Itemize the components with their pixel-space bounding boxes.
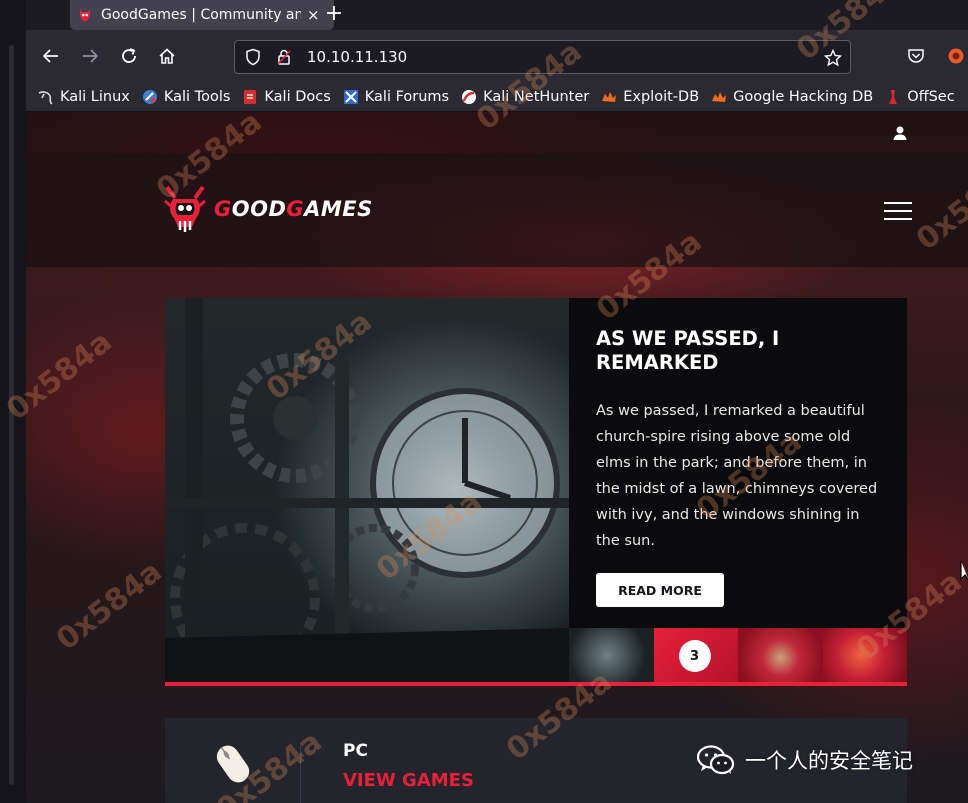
bookmark-kali-nethunter[interactable]: Kali NetHunter: [461, 89, 589, 105]
reload-icon: [122, 48, 136, 63]
tab-title: GoodGames | Community and Store: [101, 7, 301, 23]
bookmark-label: Exploit-DB: [623, 88, 700, 105]
featured-slider: AS WE PASSED, I REMARKED As we passed, I…: [165, 298, 907, 686]
screen: GoodGames | Community and Store × + 10.1…: [0, 0, 968, 803]
tab-strip: GoodGames | Community and Store × +: [26, 0, 968, 30]
tab-goodgames[interactable]: GoodGames | Community and Store ×: [70, 0, 334, 30]
desktop-scrollbar[interactable]: [9, 45, 14, 785]
bookmark-label: Kali Docs: [264, 88, 331, 105]
bookmark-kali-tools[interactable]: Kali Tools: [142, 88, 231, 105]
webpage: GOODGAMES AS WE PASSED, I REMARKED As we…: [26, 112, 968, 803]
forward-button[interactable]: [78, 44, 102, 68]
bookmark-kali-linux[interactable]: Kali Linux: [38, 89, 130, 105]
bookmarks-bar: Kali Linux Kali Tools Kali Docs Kali For…: [26, 82, 968, 112]
user-icon[interactable]: [892, 125, 908, 141]
mouse-icon: [216, 745, 250, 783]
bookmark-label: Google Hacking DB: [733, 88, 874, 105]
arrow-left-icon: [42, 49, 58, 63]
logo-initial-g: G: [214, 197, 232, 221]
wechat-icon: [697, 745, 735, 775]
slide-info-panel: AS WE PASSED, I REMARKED As we passed, I…: [569, 298, 907, 628]
navigation-bar: 10.10.11.130: [26, 30, 968, 82]
slider-thumbnails: 3: [569, 628, 907, 682]
new-tab-button[interactable]: +: [322, 2, 346, 26]
site-top-bar: [26, 112, 968, 153]
read-more-button[interactable]: READ MORE: [596, 573, 724, 607]
bookmark-kali-forums[interactable]: Kali Forums: [343, 89, 449, 105]
ghdb-icon: [712, 91, 727, 102]
desktop-edge: [0, 0, 26, 803]
star-bookmark-icon[interactable]: [824, 49, 842, 67]
logo-initial-g2: G: [286, 197, 305, 221]
logo-wordmark: GOODGAMES: [214, 197, 373, 221]
pocket-icon: [908, 49, 924, 63]
kali-tools-icon: [142, 89, 157, 104]
bookmark-label: Kali NetHunter: [483, 88, 590, 105]
bookmark-kali-docs[interactable]: Kali Docs: [242, 88, 331, 105]
exploit-db-icon: [602, 91, 617, 102]
address-bar[interactable]: 10.10.11.130: [234, 40, 851, 74]
hamburger-menu-icon[interactable]: [884, 202, 912, 222]
slide-title: AS WE PASSED, I REMARKED: [596, 327, 780, 374]
card-title: PC: [343, 741, 368, 761]
reload-button[interactable]: [117, 44, 141, 68]
skull-logo-icon: [164, 185, 206, 232]
bookmark-label: OffSec: [907, 88, 955, 105]
slider-thumb-1[interactable]: [569, 628, 654, 682]
slider-thumb-4[interactable]: [822, 628, 907, 682]
slider-accent-bar: [165, 682, 907, 686]
card-divider: [300, 746, 301, 803]
tab-close-icon[interactable]: ×: [307, 6, 320, 24]
nethunter-icon: [462, 89, 477, 104]
extension-icon: [948, 48, 964, 64]
kali-forums-icon: [343, 89, 358, 104]
bookmark-offsec[interactable]: OffSec: [885, 89, 955, 105]
shield-icon[interactable]: [245, 48, 261, 66]
site-header: GOODGAMES: [26, 153, 968, 267]
slider-thumb-3[interactable]: [738, 628, 823, 682]
bookmark-exploit-db[interactable]: Exploit-DB: [601, 89, 699, 105]
arrow-right-icon: [83, 49, 99, 63]
pocket-button[interactable]: [904, 44, 928, 68]
wechat-brand: 一个人的安全笔记: [697, 745, 913, 775]
home-icon: [159, 48, 175, 64]
offsec-icon: [889, 89, 898, 104]
brand-text: 一个人的安全笔记: [745, 749, 913, 773]
kali-dragon-icon: [38, 90, 53, 105]
clockwork-slide-image[interactable]: [165, 298, 569, 682]
bookmark-label: Kali Forums: [364, 88, 450, 105]
mouse-cursor-icon: [960, 561, 968, 581]
kali-docs-icon: [244, 89, 257, 104]
view-games-link[interactable]: VIEW GAMES: [343, 770, 474, 791]
goodgames-favicon-icon: [80, 9, 90, 21]
slider-thumb-2[interactable]: 3: [653, 628, 738, 682]
logo-part-1: OOD: [231, 197, 287, 221]
bookmark-label: Kali Tools: [163, 88, 231, 105]
active-slide-number: 3: [678, 640, 711, 672]
extension-button[interactable]: [944, 44, 968, 68]
insecure-lock-icon[interactable]: [277, 49, 291, 65]
back-button[interactable]: [39, 44, 63, 68]
bookmark-google-hacking-db[interactable]: Google Hacking DB: [711, 89, 873, 105]
home-button[interactable]: [155, 44, 179, 68]
logo-part-2: AMES: [304, 197, 373, 221]
url-text: 10.10.11.130: [307, 48, 408, 66]
bookmark-label: Kali Linux: [60, 88, 130, 105]
site-logo[interactable]: GOODGAMES: [164, 185, 373, 233]
slide-description: As we passed, I remarked a beautiful chu…: [596, 403, 878, 549]
